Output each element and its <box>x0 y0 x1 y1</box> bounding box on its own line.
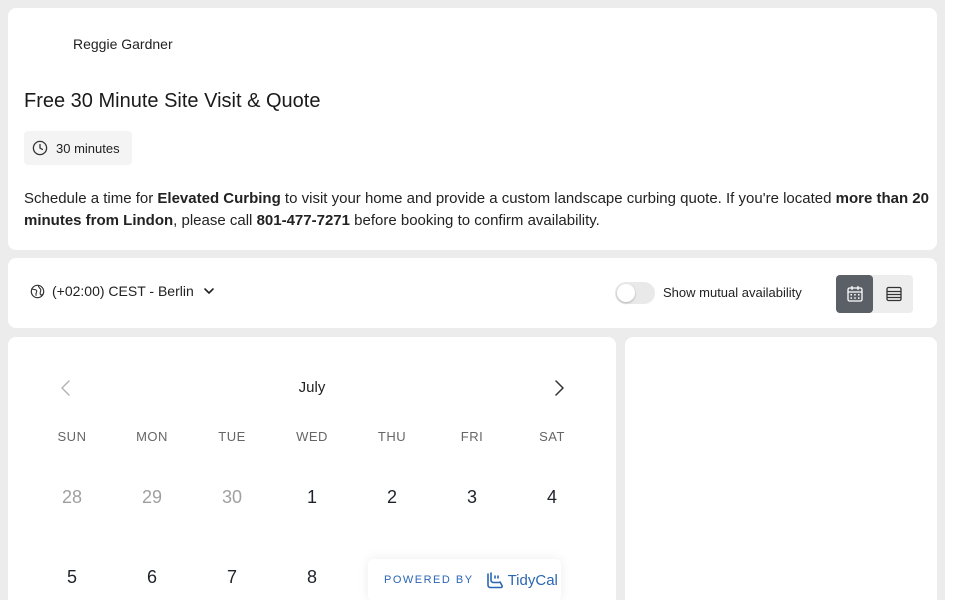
duration-badge: 30 minutes <box>24 131 132 165</box>
calendar-day-outside-month: 30 <box>221 487 243 507</box>
event-header-card: Reggie Gardner Free 30 Minute Site Visit… <box>8 8 937 250</box>
view-switcher <box>836 275 913 313</box>
booking-toolbar: (+02:00) CEST - Berlin Show mutual avail… <box>8 258 937 328</box>
calendar-day[interactable]: 4 <box>512 487 592 508</box>
event-description: Schedule a time for Elevated Curbing to … <box>24 188 929 232</box>
host-name: Reggie Gardner <box>73 36 173 52</box>
event-title: Free 30 Minute Site Visit & Quote <box>24 90 321 112</box>
globe-icon <box>30 284 45 298</box>
list-icon <box>885 286 902 302</box>
calendar-day[interactable]: 8 <box>272 567 352 588</box>
mutual-availability-label: Show mutual availability <box>663 285 802 300</box>
duration-label: 30 minutes <box>56 140 120 156</box>
calendar-view-button[interactable] <box>836 275 873 313</box>
description-text: Schedule a time for <box>24 190 158 207</box>
calendar-day-outside-month: 28 <box>61 487 83 507</box>
weekday-mon: MON <box>136 429 168 444</box>
timezone-selector[interactable]: (+02:00) CEST - Berlin <box>30 283 215 299</box>
calendar-week-row: 28 29 30 1 2 3 4 <box>32 487 592 508</box>
list-view-button[interactable] <box>875 275 912 313</box>
weekday-thu: THU <box>377 429 407 444</box>
weekday-tue: TUE <box>218 429 246 444</box>
description-text: before booking to confirm availability. <box>349 212 600 229</box>
description-company: Elevated Curbing <box>157 190 281 207</box>
timezone-label: (+02:00) CEST - Berlin <box>52 283 194 299</box>
chevron-right-icon <box>555 380 564 396</box>
calendar-card: July SUN MON TUE WED THU FRI SAT 28 29 3… <box>8 337 616 600</box>
tidycal-logo-icon <box>486 572 503 589</box>
next-month-button[interactable] <box>551 379 567 402</box>
weekday-sat: SAT <box>539 429 565 444</box>
powered-by-badge[interactable]: POWERED BY TidyCal <box>368 559 561 600</box>
tidycal-logo: TidyCal <box>486 571 558 589</box>
mutual-availability-toggle[interactable] <box>615 282 655 304</box>
powered-by-label: POWERED BY <box>384 574 474 586</box>
page-scrollbar[interactable] <box>945 0 960 600</box>
description-text: , please call <box>173 212 257 229</box>
description-text: to visit your home and provide a custom … <box>280 190 836 207</box>
calendar-icon <box>846 285 863 302</box>
calendar-day[interactable]: 5 <box>32 567 112 588</box>
description-phone: 801-477-7271 <box>256 212 350 229</box>
toggle-knob <box>617 284 635 302</box>
month-label: July <box>298 379 326 396</box>
time-slots-panel <box>625 337 937 600</box>
calendar-day-outside-month: 29 <box>141 487 163 507</box>
calendar-day[interactable]: 7 <box>192 567 272 588</box>
calendar-day[interactable]: 6 <box>112 567 192 588</box>
calendar-day[interactable]: 3 <box>432 487 512 508</box>
weekday-sun: SUN <box>57 429 87 444</box>
tidycal-name: TidyCal <box>507 571 558 589</box>
weekday-header: SUN MON TUE WED THU FRI SAT <box>32 429 592 444</box>
calendar-day[interactable]: 2 <box>352 487 432 508</box>
clock-icon <box>32 140 48 156</box>
chevron-down-icon <box>203 288 214 294</box>
weekday-wed: WED <box>296 429 328 444</box>
weekday-fri: FRI <box>460 429 484 444</box>
calendar-day[interactable]: 1 <box>272 487 352 508</box>
